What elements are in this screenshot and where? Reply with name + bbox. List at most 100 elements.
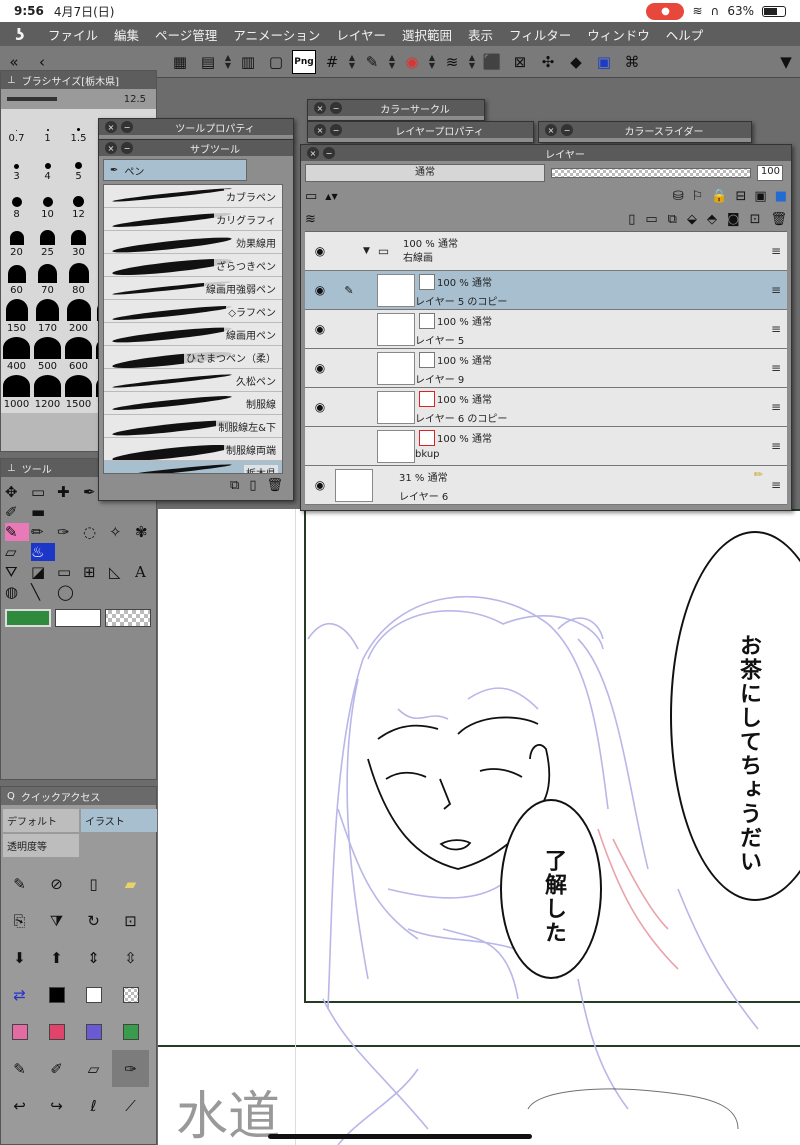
apply-mask-icon[interactable]: ⊡ bbox=[750, 212, 761, 227]
copy-sub-tool-icon[interactable]: ⧉ bbox=[230, 478, 239, 493]
sub-tool-item[interactable]: カブラペン bbox=[104, 185, 282, 208]
sub-tool-item[interactable]: ざらつきペン bbox=[104, 254, 282, 277]
erase-icon[interactable]: ▱ bbox=[5, 543, 29, 561]
decoration-tool-icon[interactable]: ✾ bbox=[135, 523, 159, 541]
brush-size-option[interactable]: 30 bbox=[63, 223, 94, 261]
expression-color-icon[interactable]: ▭ bbox=[305, 189, 317, 204]
figure-icon[interactable]: ▭ bbox=[57, 563, 81, 581]
zoom-icon[interactable]: ✚ bbox=[57, 483, 81, 501]
brush-size-option[interactable]: 150 bbox=[1, 299, 32, 337]
grid-view-icon[interactable]: ▦ bbox=[168, 50, 192, 74]
transform-icon[interactable]: ⌘ bbox=[620, 50, 644, 74]
brush-size-option[interactable]: 500 bbox=[32, 337, 63, 375]
new-layer-icon[interactable]: ⊡ bbox=[112, 902, 149, 939]
sub-tool-item[interactable]: 制服線 bbox=[104, 392, 282, 415]
new-raster-icon[interactable]: ▯ bbox=[628, 212, 635, 227]
fan-icon[interactable]: ⧩ bbox=[38, 902, 75, 939]
red-swatch[interactable] bbox=[38, 1013, 75, 1050]
eye-icon[interactable]: ◉ bbox=[305, 322, 335, 336]
brush-size-option[interactable]: 1000 bbox=[1, 375, 32, 413]
layer-color-icon[interactable]: ■ bbox=[775, 189, 787, 204]
redo-icon[interactable]: ↪ bbox=[38, 1087, 75, 1124]
layer-row[interactable]: ◉ 100 % 通常 レイヤー 5 ≡ bbox=[305, 310, 787, 349]
mask-icon[interactable]: ◙ bbox=[727, 212, 740, 227]
scroll-arrows-icon[interactable]: ▲▼ bbox=[466, 53, 478, 70]
layer-row[interactable]: 100 % 通常 bkup ≡ bbox=[305, 427, 787, 466]
layer-folder[interactable]: ◉ ▼ ▭ 100 % 通常 右線画 ≡ bbox=[305, 232, 787, 271]
transparency-icon[interactable]: ⬛ bbox=[480, 50, 504, 74]
scroll-arrows-icon[interactable]: ▲▼ bbox=[325, 192, 337, 201]
airbrush-tool-icon[interactable]: ✧ bbox=[109, 523, 133, 541]
menu-layer[interactable]: レイヤー bbox=[328, 25, 394, 44]
eraser-icon[interactable]: ▱ bbox=[75, 1050, 112, 1087]
tab-opacity[interactable]: 透明度等 bbox=[3, 834, 79, 857]
eye-icon[interactable]: ◉ bbox=[305, 361, 335, 375]
close-icon[interactable]: × bbox=[307, 147, 319, 159]
brush-size-option[interactable]: 4 bbox=[32, 147, 63, 185]
opacity-value[interactable]: 100 bbox=[757, 165, 783, 181]
brush-size-option[interactable]: 10 bbox=[32, 185, 63, 223]
minimize-icon[interactable]: − bbox=[323, 147, 335, 159]
layer-row[interactable]: ◉ ✎ 100 % 通常 レイヤー 5 のコピー ≡ bbox=[305, 271, 787, 310]
canvas[interactable]: 水道 お茶にしてちょうだい 了解した bbox=[158, 509, 800, 1145]
layer-property-title-bar[interactable]: × − レイヤープロパティ bbox=[308, 122, 533, 138]
draft-layer-icon[interactable]: ⚐ bbox=[692, 189, 704, 204]
deselect-icon[interactable]: ⊠ bbox=[508, 50, 532, 74]
new-vector-icon[interactable]: ▭ bbox=[645, 212, 657, 227]
brush-2-icon[interactable]: ✐ bbox=[38, 1050, 75, 1087]
tab-illust[interactable]: イラスト bbox=[81, 809, 157, 832]
sub-tool-item[interactable]: ◇ラフペン bbox=[104, 300, 282, 323]
sub-tool-title-bar[interactable]: × − サブツール bbox=[99, 140, 293, 156]
rotate-icon[interactable]: ↻ bbox=[75, 902, 112, 939]
layer-menu-icon[interactable]: ≡ bbox=[771, 361, 781, 375]
png-export-icon[interactable]: Png bbox=[292, 49, 316, 74]
menu-window[interactable]: ウィンドウ bbox=[579, 25, 658, 44]
layer-row[interactable]: ◉ 100 % 通常 レイヤー 9 ≡ bbox=[305, 349, 787, 388]
brush-size-option[interactable]: 1500 bbox=[63, 375, 94, 413]
sub-color-swatch[interactable] bbox=[55, 609, 101, 627]
merge-icon[interactable]: ⬘ bbox=[707, 212, 717, 227]
sub-tool-item[interactable]: ひさまつペン（柔） bbox=[104, 346, 282, 369]
no-entry-icon[interactable]: ⊘ bbox=[38, 865, 75, 902]
menu-file[interactable]: ファイル bbox=[40, 25, 106, 44]
layer-menu-icon[interactable]: ≡ bbox=[771, 400, 781, 414]
ruler-tool-icon[interactable]: ▬ bbox=[31, 503, 55, 521]
scroll-arrows-icon[interactable]: ▲▼ bbox=[346, 53, 358, 70]
brush-size-option[interactable]: 1.5 bbox=[63, 109, 94, 147]
eye-icon[interactable]: ◉ bbox=[305, 244, 335, 258]
pen-icon[interactable]: ✎ bbox=[1, 865, 38, 902]
transfer-down-icon[interactable]: ⬙ bbox=[687, 212, 697, 227]
brush-3-icon[interactable]: ✑ bbox=[112, 1050, 149, 1087]
green-swatch[interactable] bbox=[112, 1013, 149, 1050]
close-icon[interactable]: × bbox=[314, 124, 326, 136]
new-sub-tool-icon[interactable]: ▯ bbox=[249, 478, 256, 493]
eye-icon[interactable]: ◉ bbox=[305, 400, 335, 414]
menu-edit[interactable]: 編集 bbox=[106, 25, 147, 44]
menu-view[interactable]: 表示 bbox=[460, 25, 501, 44]
eye-icon[interactable]: ◉ bbox=[305, 478, 335, 492]
swap-icon[interactable]: ⇳ bbox=[112, 939, 149, 976]
sparkle-icon[interactable]: ✣ bbox=[536, 50, 560, 74]
new-folder-icon[interactable]: ⧉ bbox=[668, 212, 677, 227]
brush-size-option[interactable]: 1200 bbox=[32, 375, 63, 413]
brush-size-option[interactable]: 12 bbox=[63, 185, 94, 223]
brush-size-option[interactable]: 170 bbox=[32, 299, 63, 337]
canvas-icon[interactable]: ▤ bbox=[196, 50, 220, 74]
fill-icon[interactable]: ◆ bbox=[564, 50, 588, 74]
minimize-icon[interactable]: − bbox=[561, 124, 573, 136]
menu-filter[interactable]: フィルター bbox=[501, 25, 579, 44]
clip-icon[interactable]: ▣ bbox=[754, 189, 766, 204]
sub-tool-item[interactable]: カリグラフィ bbox=[104, 208, 282, 231]
brush-size-option[interactable]: 1 bbox=[32, 109, 63, 147]
menu-animation[interactable]: アニメーション bbox=[225, 25, 328, 44]
scroll-arrows-icon[interactable]: ▲▼ bbox=[386, 53, 398, 70]
merge-down-icon[interactable]: ⬇ bbox=[1, 939, 38, 976]
layer-menu-icon[interactable]: ≡ bbox=[771, 283, 781, 297]
brush-size-option[interactable]: 400 bbox=[1, 337, 32, 375]
menu-help[interactable]: ヘルプ bbox=[658, 25, 712, 44]
grid-icon[interactable]: # bbox=[320, 50, 344, 74]
sub-tool-item[interactable]: 栃木県 bbox=[104, 461, 282, 473]
clear-swatch[interactable] bbox=[112, 976, 149, 1013]
opacity-slider[interactable] bbox=[551, 168, 751, 178]
close-icon[interactable]: × bbox=[314, 102, 326, 114]
